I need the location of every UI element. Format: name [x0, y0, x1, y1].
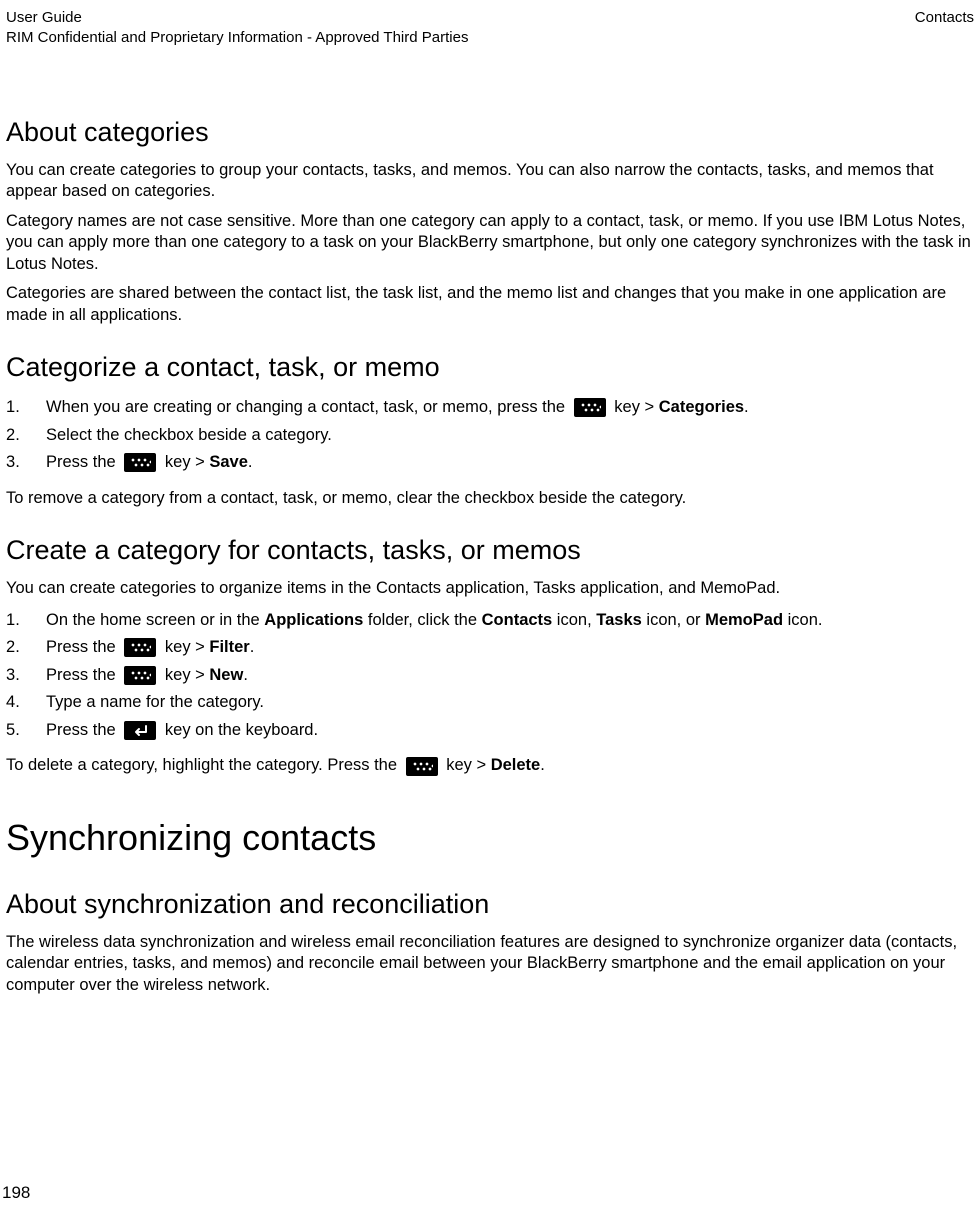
step-text: . [243, 666, 248, 684]
paragraph: To remove a category from a contact, tas… [6, 488, 974, 509]
step-text: icon, or [642, 611, 705, 629]
step-text: Press the [46, 666, 120, 684]
step-text: On the home screen or in the [46, 611, 264, 629]
section-categorize: Categorize a contact, task, or memo When… [6, 352, 974, 509]
page-number: 198 [2, 1183, 30, 1203]
text: . [540, 756, 545, 774]
step-text: key > [165, 638, 209, 656]
step-text: Press the [46, 453, 120, 471]
step-text: icon. [783, 611, 822, 629]
step-item: Select the checkbox beside a category. [6, 423, 974, 449]
step-text: When you are creating or changing a cont… [46, 398, 570, 416]
step-text: Press the [46, 721, 120, 739]
heading-synchronizing: Synchronizing contacts [6, 817, 974, 859]
step-bold: Filter [209, 638, 249, 656]
step-bold: MemoPad [705, 611, 783, 629]
step-bold: Categories [659, 398, 744, 416]
header-title: User Guide [6, 8, 468, 28]
step-item: Press the key > Filter. [6, 635, 974, 661]
heading-about-categories: About categories [6, 117, 974, 148]
paragraph: Category names are not case sensitive. M… [6, 211, 974, 275]
header-confidential: RIM Confidential and Proprietary Informa… [6, 28, 468, 48]
heading-categorize: Categorize a contact, task, or memo [6, 352, 974, 383]
steps-list: On the home screen or in the Application… [6, 608, 974, 744]
text: key > [446, 756, 490, 774]
section-about-categories: About categories You can create categori… [6, 117, 974, 326]
heading-about-sync: About synchronization and reconciliation [6, 889, 974, 920]
paragraph: You can create categories to group your … [6, 160, 974, 203]
step-text: key > [165, 453, 209, 471]
paragraph: To delete a category, highlight the cate… [6, 755, 974, 776]
blackberry-key-icon [124, 666, 156, 685]
step-text: Press the [46, 638, 120, 656]
bold-text: Delete [491, 756, 541, 774]
step-item: When you are creating or changing a cont… [6, 395, 974, 421]
step-bold: Tasks [596, 611, 642, 629]
blackberry-key-icon [124, 453, 156, 472]
step-text: . [248, 453, 253, 471]
header-left: User Guide RIM Confidential and Propriet… [6, 8, 468, 47]
section-about-sync: About synchronization and reconciliation… [6, 889, 974, 996]
step-bold: Applications [264, 611, 363, 629]
step-text: . [250, 638, 255, 656]
step-text: icon, [552, 611, 596, 629]
section-create-category: Create a category for contacts, tasks, o… [6, 535, 974, 777]
heading-create-category: Create a category for contacts, tasks, o… [6, 535, 974, 566]
step-item: Press the key > New. [6, 663, 974, 689]
blackberry-key-icon [406, 757, 438, 776]
blackberry-key-icon [124, 638, 156, 657]
step-item: Press the key > Save. [6, 450, 974, 476]
enter-key-icon [124, 721, 156, 740]
step-bold: New [209, 666, 243, 684]
step-bold: Save [209, 453, 248, 471]
step-item: Type a name for the category. [6, 690, 974, 716]
header-section: Contacts [915, 8, 974, 47]
step-text: key > [165, 666, 209, 684]
step-text: . [744, 398, 749, 416]
steps-list: When you are creating or changing a cont… [6, 395, 974, 476]
paragraph: Categories are shared between the contac… [6, 283, 974, 326]
page-header: User Guide RIM Confidential and Propriet… [6, 8, 974, 47]
blackberry-key-icon [574, 398, 606, 417]
step-item: Press the key on the keyboard. [6, 718, 974, 744]
step-text: folder, click the [363, 611, 481, 629]
text: To delete a category, highlight the cate… [6, 756, 402, 774]
step-bold: Contacts [482, 611, 553, 629]
step-item: On the home screen or in the Application… [6, 608, 974, 634]
paragraph: You can create categories to organize it… [6, 578, 974, 599]
paragraph: The wireless data synchronization and wi… [6, 932, 974, 996]
step-text: key > [614, 398, 658, 416]
step-text: key on the keyboard. [165, 721, 318, 739]
